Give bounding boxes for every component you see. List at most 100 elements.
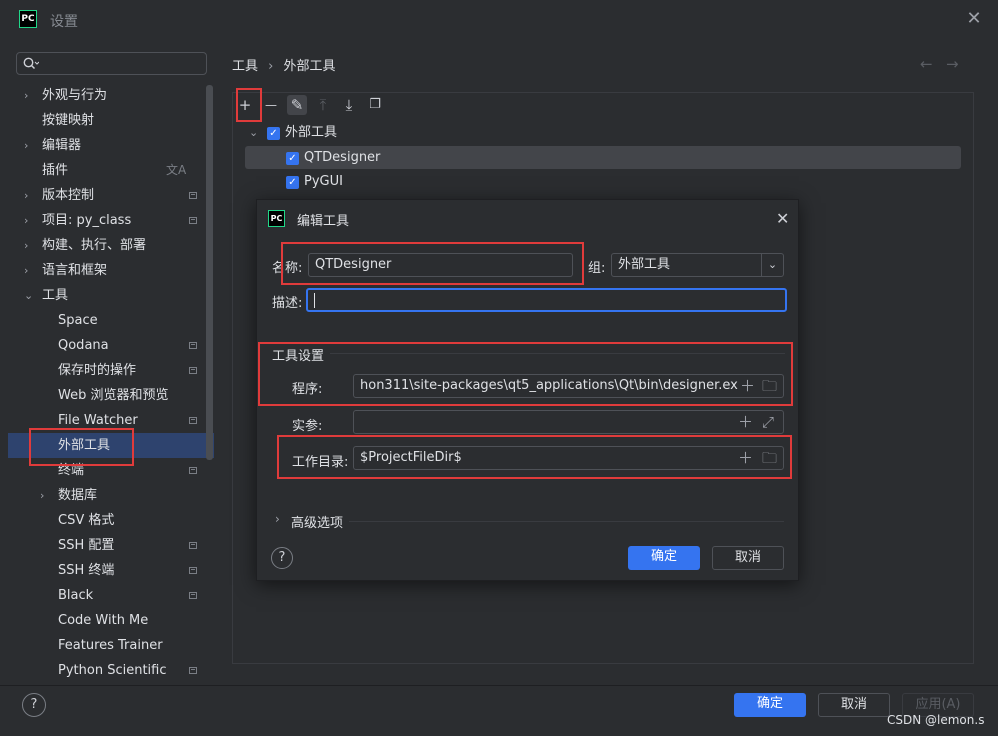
sidebar-item-label: 版本控制 (42, 188, 95, 203)
group-label: 组: (588, 261, 606, 276)
sidebar-item[interactable]: › 数据库 (8, 483, 214, 508)
description-field[interactable] (306, 288, 787, 312)
tree-item-qtdesigner[interactable]: ✓ QTDesigner (286, 147, 586, 169)
sidebar-item[interactable]: Web 浏览器和预览 (8, 383, 214, 408)
section-divider (349, 521, 784, 522)
settings-search-input[interactable] (16, 52, 207, 75)
sidebar-item[interactable]: Features Trainer (8, 633, 214, 658)
description-label: 描述: (272, 296, 303, 311)
sidebar-item[interactable]: Qodana (8, 333, 214, 358)
window-title: 设置 (50, 14, 78, 30)
forward-arrow-icon[interactable]: → (946, 55, 959, 73)
sidebar-item-label: 编辑器 (42, 138, 82, 153)
project-level-icon (189, 592, 197, 599)
sidebar-item[interactable]: › 编辑器 (8, 133, 214, 158)
pycharm-logo-icon: PC (19, 10, 37, 28)
back-arrow-icon[interactable]: ← (920, 55, 933, 73)
title-bar (0, 0, 998, 40)
sidebar-item[interactable]: › 外观与行为 (8, 83, 214, 108)
translate-icon: 文A (166, 163, 187, 177)
breadcrumb-separator: › (268, 59, 274, 74)
edit-icon[interactable]: ✎ (287, 95, 307, 115)
highlight-external-tools-item (29, 428, 134, 466)
chevron-down-icon: ⌄ (249, 126, 259, 139)
sidebar-item[interactable]: 按键映射 (8, 108, 214, 133)
sidebar-item[interactable]: CSV 格式 (8, 508, 214, 533)
breadcrumb: 工具 › 外部工具 (232, 55, 336, 74)
arguments-field[interactable] (353, 410, 784, 434)
chevron-right-icon: › (24, 239, 29, 252)
project-level-icon (189, 542, 197, 549)
help-icon[interactable]: ? (22, 693, 46, 717)
chevron-down-icon[interactable]: ⌄ (761, 254, 783, 276)
chevron-right-icon: › (24, 139, 29, 152)
sidebar-item-label: Features Trainer (58, 638, 163, 653)
dialog-cancel-button[interactable]: 取消 (712, 546, 784, 570)
sidebar-item-label: Black (58, 588, 94, 603)
arguments-label: 实参: (292, 419, 323, 434)
plus-icon[interactable]: ＋ (738, 413, 753, 431)
sidebar-item[interactable]: › 构建、执行、部署 (8, 233, 214, 258)
sidebar-item-label: 保存时的操作 (58, 363, 137, 378)
chevron-right-icon: › (24, 214, 29, 227)
group-combobox[interactable]: 外部工具 ⌄ (611, 253, 784, 277)
close-window-icon[interactable]: ✕ (965, 10, 983, 28)
sidebar-scrollbar[interactable] (206, 85, 213, 460)
tree-item-pygui[interactable]: ✓ PyGUI (286, 171, 586, 193)
sidebar-item-label: 工具 (42, 288, 69, 303)
chevron-right-icon[interactable]: › (275, 512, 280, 526)
close-icon[interactable]: ✕ (776, 209, 789, 228)
dialog-ok-button[interactable]: 确定 (628, 546, 700, 570)
project-level-icon (189, 192, 197, 199)
sidebar-item[interactable]: Code With Me (8, 608, 214, 633)
sidebar-item-label: Qodana (58, 338, 109, 353)
tree-group-external-tools[interactable]: ⌄ ✓ 外部工具 (249, 122, 549, 144)
pycharm-logo-icon: PC (268, 210, 285, 227)
search-icon (23, 57, 39, 70)
sidebar-item-label: Python Scientific (58, 663, 167, 678)
advanced-options-toggle[interactable]: 高级选项 (291, 512, 343, 531)
sidebar-item[interactable]: ⌄ 工具 (8, 283, 214, 308)
sidebar-item[interactable]: 保存时的操作 (8, 358, 214, 383)
item-checkbox[interactable]: ✓ (286, 152, 299, 165)
chevron-down-icon: ⌄ (24, 289, 34, 302)
group-checkbox[interactable]: ✓ (267, 127, 280, 140)
sidebar-item-label: Web 浏览器和预览 (58, 388, 169, 403)
sidebar-item-label: 数据库 (58, 488, 98, 503)
help-icon[interactable]: ? (271, 547, 293, 569)
sidebar-item[interactable]: › 项目: py_class (8, 208, 214, 233)
ok-button[interactable]: 确定 (734, 693, 806, 717)
move-up-icon[interactable]: ⤒ (313, 95, 333, 115)
breadcrumb-current: 外部工具 (283, 59, 336, 74)
project-level-icon (189, 667, 197, 674)
highlight-name-field (281, 242, 584, 285)
tools-toolbar: + — ✎ ⤒ ⤓ ❐ (233, 93, 973, 117)
sidebar-item[interactable]: › 版本控制 (8, 183, 214, 208)
sidebar-item[interactable]: Space (8, 308, 214, 333)
highlight-program-field (258, 342, 793, 406)
sidebar-item[interactable]: SSH 配置 (8, 533, 214, 558)
breadcrumb-parent[interactable]: 工具 (232, 59, 258, 74)
footer-divider (0, 685, 998, 686)
cancel-button[interactable]: 取消 (818, 693, 890, 717)
sidebar-item[interactable]: 插件 文A (8, 158, 214, 183)
project-level-icon (189, 217, 197, 224)
chevron-right-icon: › (24, 89, 29, 102)
sidebar-item-label: Code With Me (58, 613, 149, 628)
sidebar-item-label: SSH 配置 (58, 538, 115, 553)
item-checkbox[interactable]: ✓ (286, 176, 299, 189)
copy-icon[interactable]: ❐ (365, 95, 385, 115)
sidebar-item-label: 按键映射 (42, 113, 95, 128)
sidebar-item[interactable]: SSH 终端 (8, 558, 214, 583)
text-cursor (314, 293, 315, 308)
sidebar-item[interactable]: Python Scientific (8, 658, 214, 683)
move-down-icon[interactable]: ⤓ (339, 95, 359, 115)
project-level-icon (189, 367, 197, 374)
sidebar-item-label: 外观与行为 (42, 88, 108, 103)
expand-icon[interactable]: ⤢ (762, 413, 774, 431)
sidebar-item[interactable]: › 语言和框架 (8, 258, 214, 283)
remove-icon[interactable]: — (261, 95, 281, 115)
sidebar-item[interactable]: Black (8, 583, 214, 608)
sidebar-item-label: 构建、执行、部署 (42, 238, 147, 253)
tree-item-label: PyGUI (304, 174, 343, 189)
